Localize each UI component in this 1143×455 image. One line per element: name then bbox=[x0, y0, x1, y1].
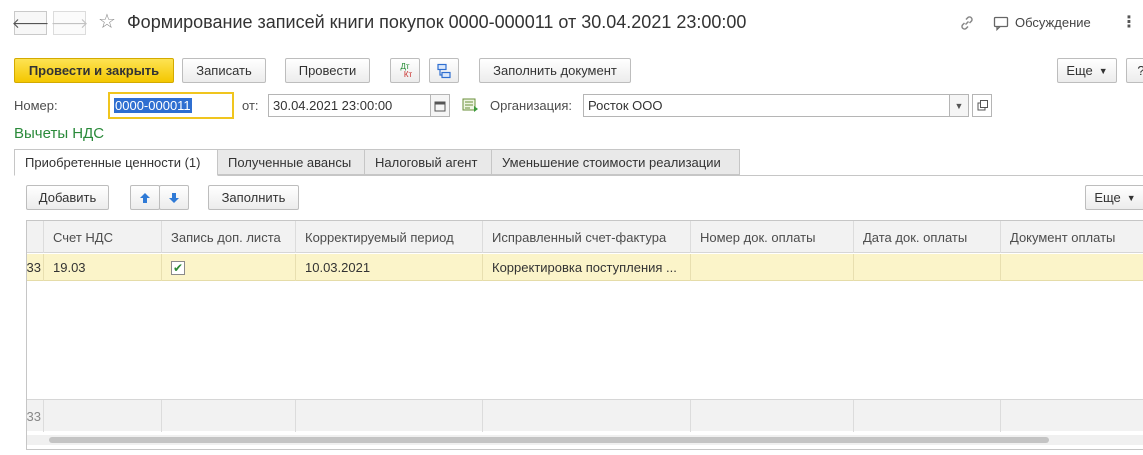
date-field[interactable]: 30.04.2021 23:00:00 bbox=[268, 94, 450, 117]
table-header: Счет НДС Запись доп. листа Корректируемы… bbox=[27, 221, 1143, 253]
kt-label: Кт bbox=[403, 69, 413, 79]
fill-document-button[interactable]: Заполнить документ bbox=[479, 58, 631, 83]
chevron-down-icon: ▼ bbox=[1098, 65, 1108, 76]
table-row[interactable]: 33 19.03 ✔ 10.03.2021 Корректировка пост… bbox=[27, 254, 1143, 281]
calendar-button[interactable] bbox=[430, 94, 450, 117]
vertical-dots-icon[interactable]: ⋮ bbox=[1121, 12, 1137, 32]
horizontal-scrollbar[interactable] bbox=[27, 435, 1143, 445]
footer-cell bbox=[691, 400, 854, 432]
document-structure-button[interactable] bbox=[429, 58, 459, 83]
cell-vat-account[interactable]: 19.03 bbox=[44, 254, 162, 281]
date-value: 30.04.2021 23:00:00 bbox=[273, 98, 393, 113]
number-value: 0000-000011 bbox=[114, 98, 192, 113]
cell-payment-date[interactable] bbox=[854, 254, 1001, 281]
section-title: Вычеты НДС bbox=[14, 125, 105, 142]
document-list-icon[interactable] bbox=[462, 97, 480, 116]
save-button[interactable]: Записать bbox=[182, 58, 266, 83]
organization-dropdown-button[interactable]: ▼ bbox=[949, 94, 969, 117]
cell-payment-number[interactable] bbox=[691, 254, 854, 281]
cell-corrected-invoice[interactable]: Корректировка поступления ... bbox=[483, 254, 691, 281]
scrollbar-thumb[interactable] bbox=[49, 437, 1049, 443]
organization-label: Организация: bbox=[490, 98, 573, 113]
vat-deductions-table[interactable]: Счет НДС Запись доп. листа Корректируемы… bbox=[26, 220, 1143, 450]
arrow-left-icon: 🡐 bbox=[11, 14, 50, 31]
number-label: Номер: bbox=[14, 98, 58, 113]
dt-kt-icon: Дт Кт bbox=[398, 62, 413, 79]
organization-field[interactable]: Росток ООО ▼ bbox=[583, 94, 969, 117]
cell-additional-sheet[interactable]: ✔ bbox=[162, 254, 296, 281]
arrow-down-icon bbox=[169, 192, 179, 203]
help-button[interactable]: ? bbox=[1126, 58, 1143, 83]
move-down-button[interactable] bbox=[159, 185, 189, 210]
tab-received-advances[interactable]: Полученные авансы bbox=[217, 149, 365, 175]
footer-first: 33 bbox=[27, 400, 44, 432]
discussion-link[interactable]: Обсуждение bbox=[1015, 15, 1091, 30]
chevron-down-icon: ▼ bbox=[1126, 192, 1136, 203]
cell-first: 33 bbox=[27, 254, 44, 281]
document-structure-icon bbox=[437, 63, 451, 78]
additional-sheet-checkbox[interactable]: ✔ bbox=[171, 260, 185, 275]
footer-cell bbox=[483, 400, 691, 432]
column-header-first[interactable] bbox=[27, 221, 44, 253]
post-and-close-button[interactable]: Провести и закрыть bbox=[14, 58, 174, 83]
forward-button[interactable]: 🡒 bbox=[50, 11, 89, 35]
table-footer: 33 bbox=[27, 399, 1143, 432]
column-header-payment-date[interactable]: Дата док. оплаты bbox=[854, 221, 1001, 253]
more-label: Еще bbox=[1066, 63, 1093, 78]
tab-sales-cost-reduction[interactable]: Уменьшение стоимости реализации bbox=[491, 149, 740, 175]
cell-payment-document[interactable] bbox=[1001, 254, 1143, 281]
column-header-additional-sheet[interactable]: Запись доп. листа bbox=[162, 221, 296, 253]
add-button[interactable]: Добавить bbox=[26, 185, 109, 210]
organization-value: Росток ООО bbox=[588, 98, 663, 113]
table-more-label: Еще bbox=[1094, 190, 1121, 205]
open-icon bbox=[977, 100, 988, 111]
table-more-button[interactable]: Еще ▼ bbox=[1085, 185, 1143, 210]
chevron-down-icon: ▼ bbox=[954, 100, 964, 111]
column-header-corrected-invoice[interactable]: Исправленный счет-фактура bbox=[483, 221, 691, 253]
column-header-vat-account[interactable]: Счет НДС bbox=[44, 221, 162, 253]
discussion-icon[interactable] bbox=[993, 15, 1009, 34]
date-label: от: bbox=[242, 98, 259, 113]
footer-cell bbox=[854, 400, 1001, 432]
tab-tax-agent[interactable]: Налоговый агент bbox=[364, 149, 492, 175]
post-button[interactable]: Провести bbox=[285, 58, 370, 83]
number-field[interactable]: 0000-000011 bbox=[108, 92, 234, 119]
favorite-star-icon[interactable]: ☆ bbox=[98, 9, 116, 34]
arrow-up-icon bbox=[140, 192, 150, 203]
move-up-button[interactable] bbox=[130, 185, 160, 210]
window-title: Формирование записей книги покупок 0000-… bbox=[127, 12, 747, 32]
fill-button[interactable]: Заполнить bbox=[208, 185, 299, 210]
dt-kt-button[interactable]: Дт Кт bbox=[390, 58, 420, 83]
footer-cell bbox=[1001, 400, 1143, 432]
more-button[interactable]: Еще ▼ bbox=[1057, 58, 1117, 83]
footer-cell bbox=[296, 400, 483, 432]
column-header-payment-number[interactable]: Номер док. оплаты bbox=[691, 221, 854, 253]
organization-open-button[interactable] bbox=[972, 94, 992, 117]
back-button[interactable]: 🡐 bbox=[11, 11, 50, 35]
tab-acquired-values[interactable]: Приобретенные ценности (1) bbox=[14, 149, 218, 176]
column-header-payment-document[interactable]: Документ оплаты bbox=[1001, 221, 1143, 253]
arrow-right-icon: 🡒 bbox=[50, 14, 89, 31]
calendar-icon bbox=[434, 101, 446, 111]
footer-cell bbox=[162, 400, 296, 432]
link-icon[interactable] bbox=[958, 14, 976, 35]
cell-corrected-period[interactable]: 10.03.2021 bbox=[296, 254, 483, 281]
column-header-corrected-period[interactable]: Корректируемый период bbox=[296, 221, 483, 253]
footer-cell bbox=[44, 400, 162, 432]
